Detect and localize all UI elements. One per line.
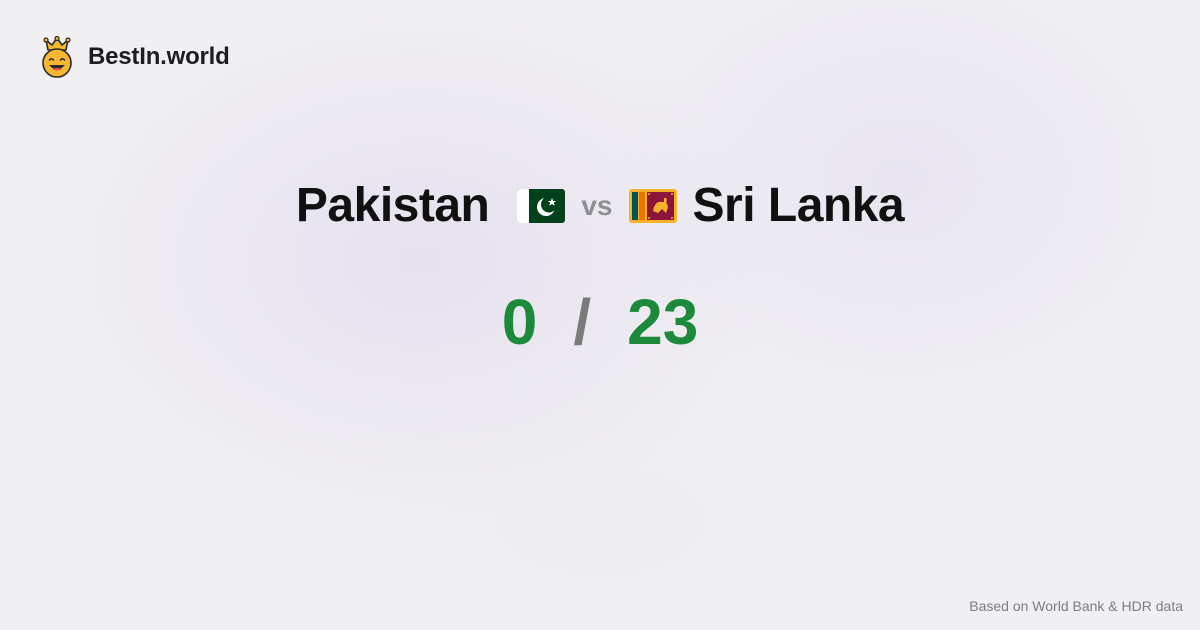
vs-label: vs <box>581 190 613 221</box>
left-country-name: Pakistan <box>295 179 490 232</box>
sri-lanka-flag-icon <box>628 189 677 223</box>
comparison-title: Pakistan vs Sri Lanka <box>0 176 1200 236</box>
brand-name: BestIn.world <box>88 43 230 70</box>
left-score: 0 <box>501 286 538 358</box>
score-separator: / <box>573 286 592 358</box>
right-country-name: Sri Lanka <box>692 179 905 232</box>
data-source-note: Based on World Bank & HDR data <box>969 598 1183 614</box>
score-display: 0 / 23 <box>0 284 1200 360</box>
brand-logo-link[interactable]: BestIn.world <box>38 36 230 78</box>
pakistan-flag-icon <box>517 189 566 223</box>
crowned-smiley-icon <box>42 36 72 78</box>
right-score: 23 <box>627 286 699 358</box>
